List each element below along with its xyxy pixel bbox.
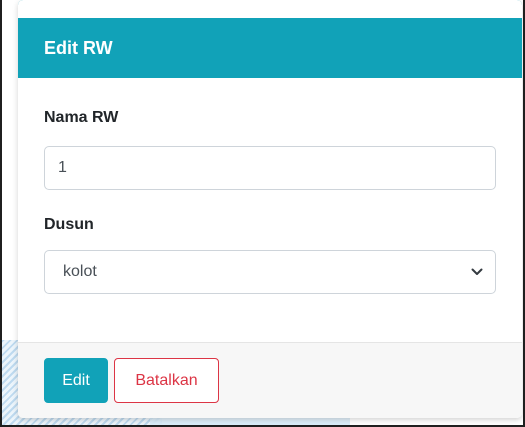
edit-button[interactable]: Edit (44, 358, 108, 403)
window-border-left (0, 0, 2, 427)
dusun-select[interactable]: kolot (44, 250, 496, 294)
dusun-selected-value: kolot (63, 263, 97, 280)
chevron-down-icon (471, 268, 483, 275)
nama-rw-value: 1 (58, 159, 67, 176)
card-footer: Edit Batalkan (18, 342, 522, 418)
nama-rw-label: Nama RW (44, 109, 119, 126)
card-title: Edit RW (44, 38, 113, 58)
dusun-label: Dusun (44, 216, 94, 233)
nama-rw-input[interactable]: 1 (44, 146, 496, 190)
cancel-button[interactable]: Batalkan (114, 358, 219, 403)
edit-rw-card: Edit RW Nama RW 1 Dusun kolot Edit Batal… (18, 0, 522, 418)
